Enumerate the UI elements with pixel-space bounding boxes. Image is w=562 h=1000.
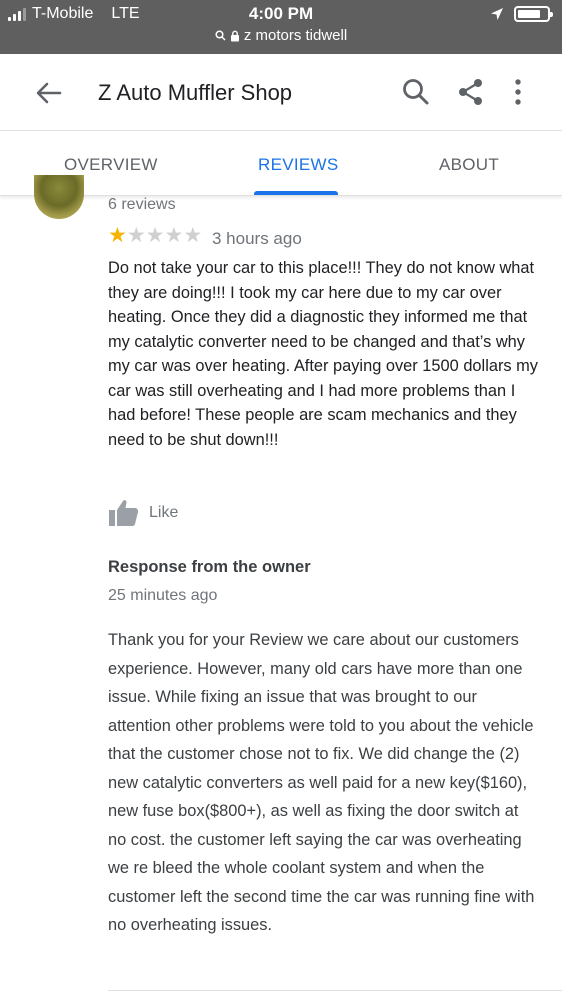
status-time: 4:00 PM — [248, 4, 314, 23]
more-vert-icon — [515, 79, 521, 105]
like-label: Like — [149, 504, 179, 521]
back-button[interactable] — [34, 78, 64, 108]
owner-response-title: Response from the owner — [108, 558, 311, 576]
tab-about[interactable]: ABOUT — [439, 155, 499, 175]
star-rating: ★ ★ ★ ★ ★ — [108, 225, 202, 247]
thumbs-up-icon — [109, 500, 139, 526]
url-text: z motors tidwell — [243, 27, 348, 44]
review-text: Do not take your car to this place!!! Th… — [108, 259, 539, 449]
star-empty-icon: ★ — [164, 224, 184, 247]
share-icon — [459, 79, 482, 105]
location-arrow-icon — [491, 8, 503, 20]
status-right — [490, 6, 553, 22]
status-url-bar[interactable]: z motors tidwell — [0, 27, 562, 44]
star-empty-icon: ★ — [145, 224, 165, 247]
active-tab-indicator — [254, 191, 338, 195]
like-button[interactable]: Like — [108, 498, 178, 528]
reviewer-avatar[interactable] — [34, 175, 84, 219]
tab-bar: OVERVIEW REVIEWS ABOUT — [0, 131, 562, 196]
page-title: Z Auto Muffler Shop — [98, 80, 293, 105]
tab-overview[interactable]: OVERVIEW — [64, 155, 158, 175]
search-small-icon — [215, 30, 226, 41]
arrow-left-icon — [36, 82, 62, 104]
reviewer-review-count: 6 reviews — [108, 196, 176, 213]
more-options-button[interactable] — [505, 76, 531, 108]
app-bar: Z Auto Muffler Shop — [0, 54, 562, 131]
star-filled-icon: ★ — [108, 224, 127, 247]
star-empty-icon: ★ — [126, 224, 146, 247]
battery-icon — [514, 6, 553, 22]
owner-response-text: Thank you for your Review we care about … — [108, 631, 535, 934]
search-button[interactable] — [400, 76, 432, 108]
star-empty-icon: ★ — [183, 224, 203, 247]
battery-level — [518, 10, 541, 18]
share-button[interactable] — [455, 76, 487, 108]
divider — [108, 990, 562, 991]
search-icon — [403, 79, 429, 105]
review-time: 3 hours ago — [212, 229, 302, 248]
lock-icon — [230, 30, 239, 41]
status-bar: T-Mobile LTE 4:00 PM z motors tidwell — [0, 0, 562, 54]
owner-response-time: 25 minutes ago — [108, 587, 218, 604]
tab-reviews[interactable]: REVIEWS — [258, 155, 339, 175]
